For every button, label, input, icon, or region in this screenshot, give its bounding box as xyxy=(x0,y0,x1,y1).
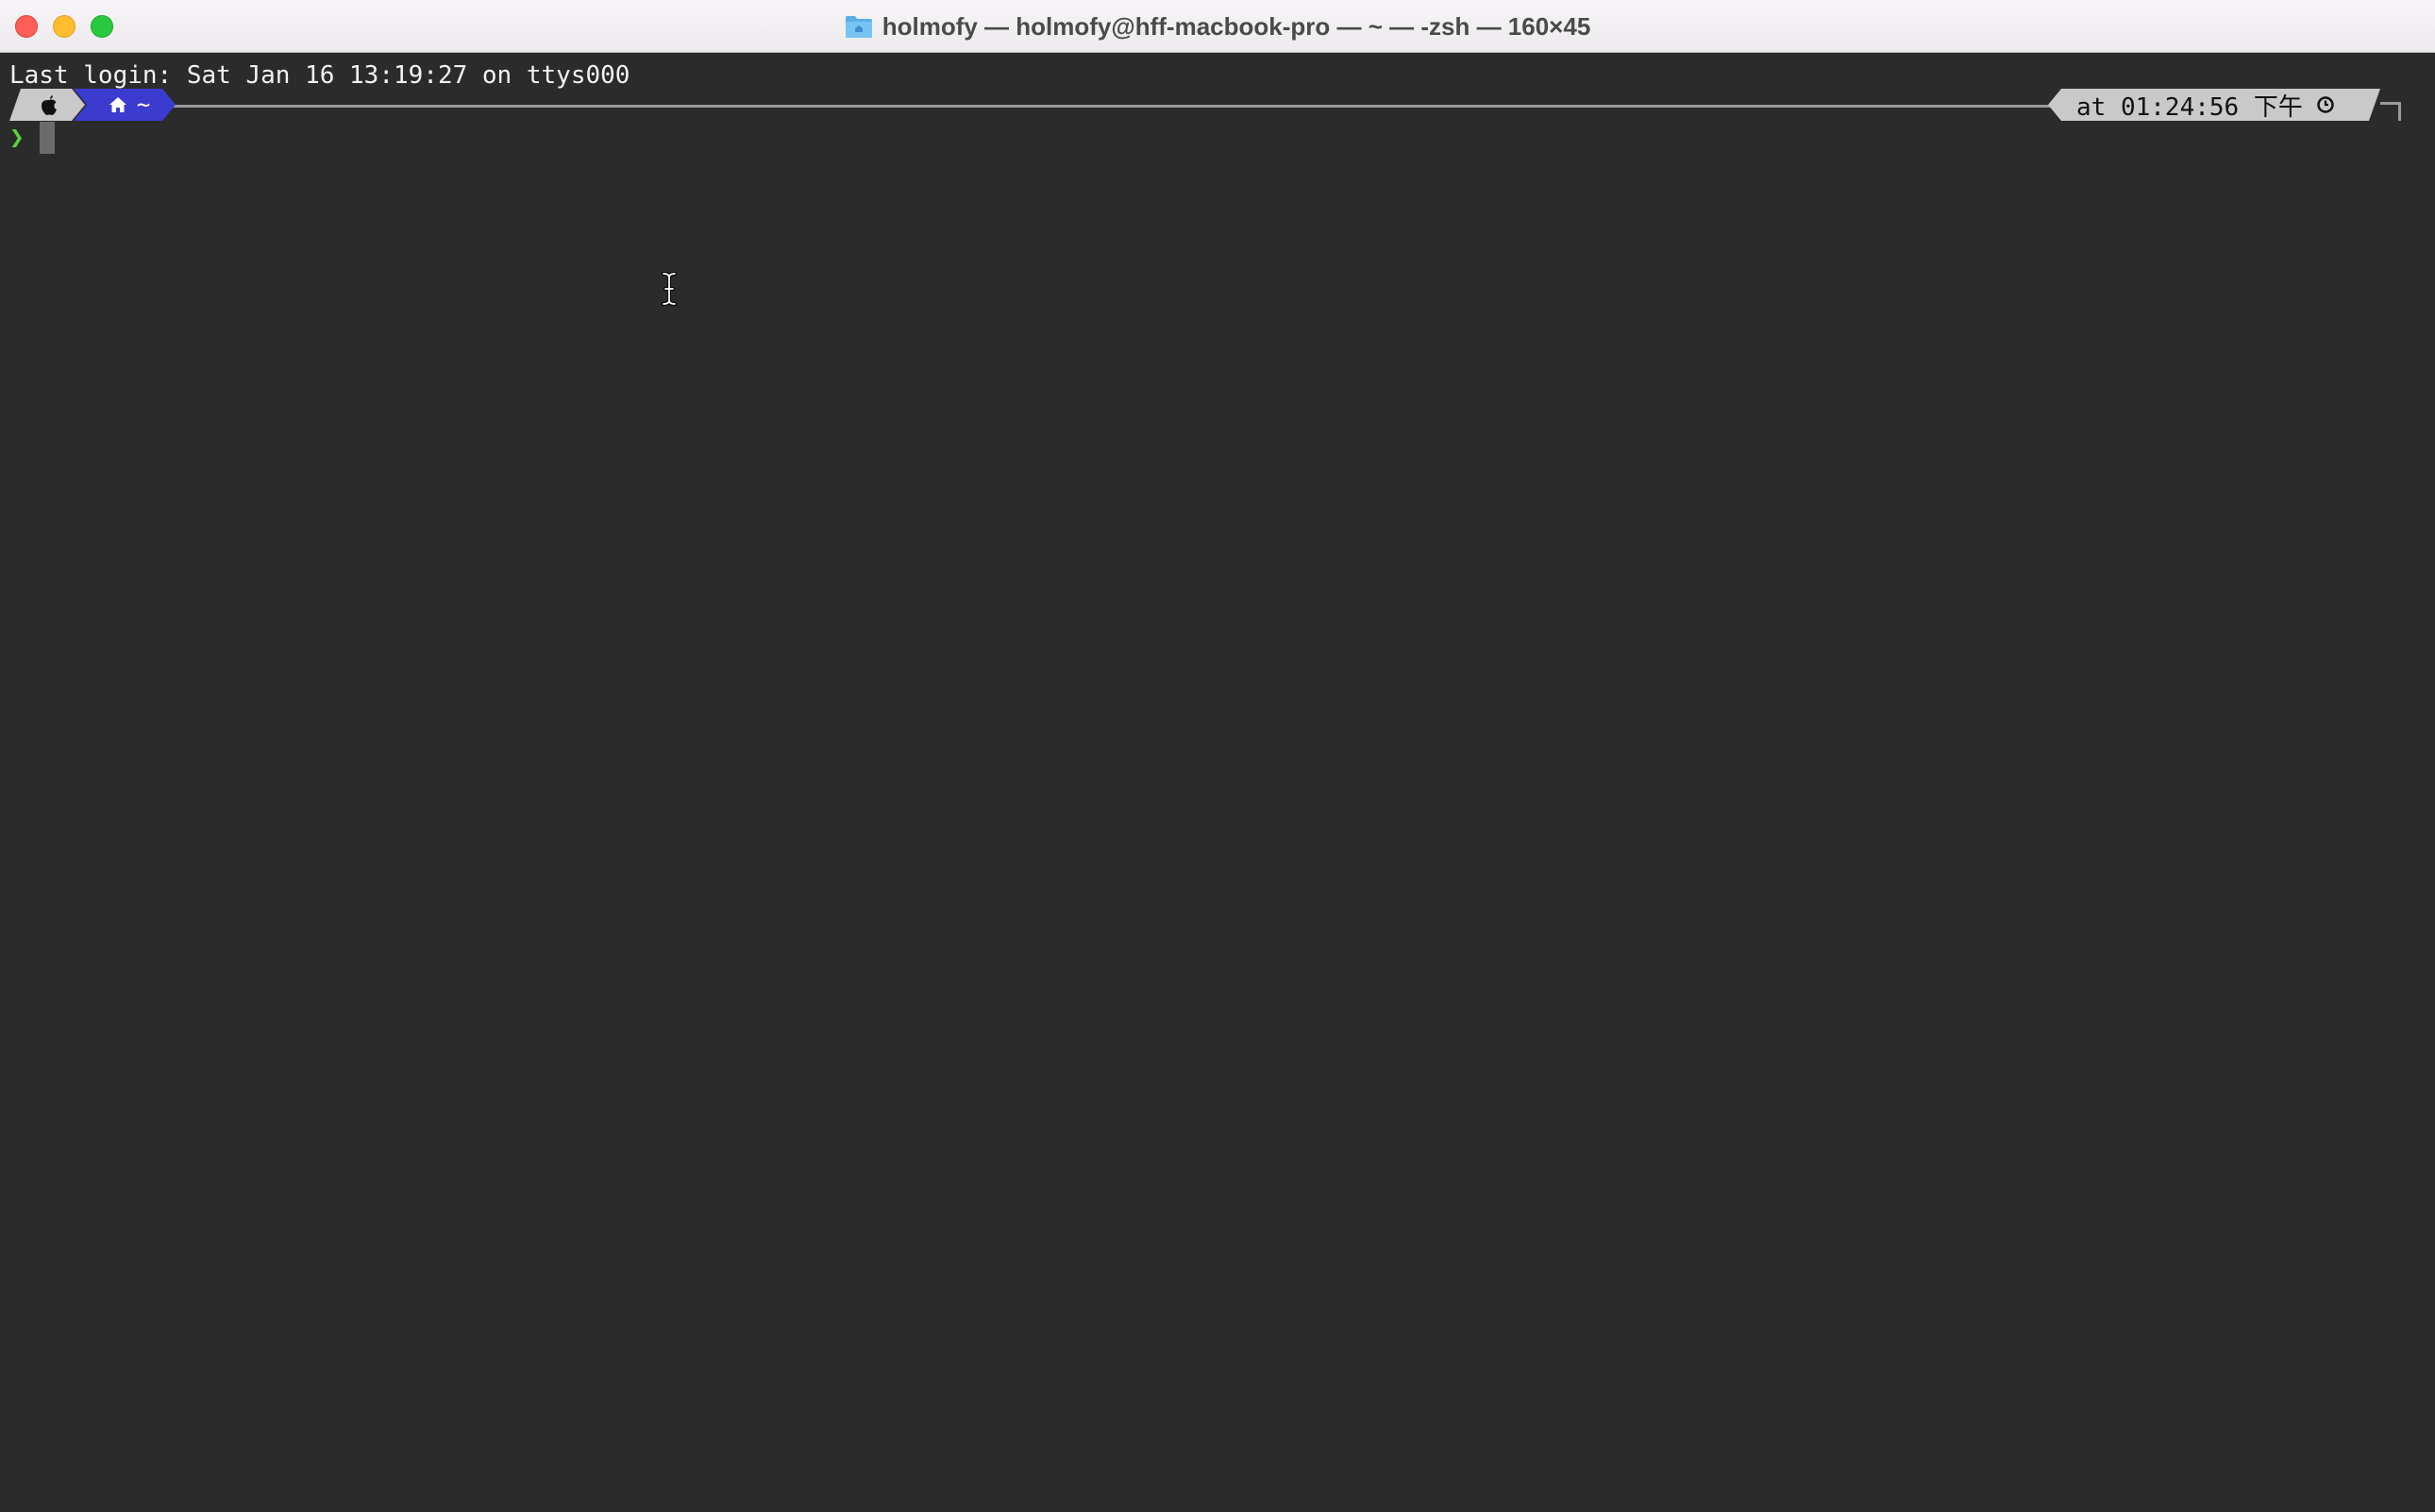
text-cursor xyxy=(40,122,55,154)
window-title: holmofy — holmofy@hff-macbook-pro — ~ — … xyxy=(882,11,1591,41)
apple-icon xyxy=(42,95,57,116)
input-line[interactable]: ❯ xyxy=(9,119,55,157)
prompt-ruler xyxy=(170,105,2053,108)
title-bar: holmofy — holmofy@hff-macbook-pro — ~ — … xyxy=(0,0,2435,53)
home-dir-label: ~ xyxy=(136,92,151,118)
prompt-frame-corner xyxy=(2380,102,2401,121)
time-label: at 01:24:56 下午 xyxy=(2076,92,2303,122)
ibeam-pointer-icon xyxy=(662,272,677,306)
window-title-group: holmofy — holmofy@hff-macbook-pro — ~ — … xyxy=(0,0,2435,53)
folder-icon xyxy=(845,16,872,38)
prompt-chevron: ❯ xyxy=(9,124,25,152)
time-segment: at 01:24:56 下午 xyxy=(2048,89,2380,121)
home-icon xyxy=(109,97,126,112)
directory-segment: ~ xyxy=(74,89,176,121)
clock-icon xyxy=(2317,96,2334,113)
os-segment xyxy=(9,89,85,121)
prompt-status-line: ~ at 01:24:56 下午 xyxy=(0,87,2435,125)
terminal-area[interactable]: Last login: Sat Jan 16 13:19:27 on ttys0… xyxy=(0,53,2435,1512)
